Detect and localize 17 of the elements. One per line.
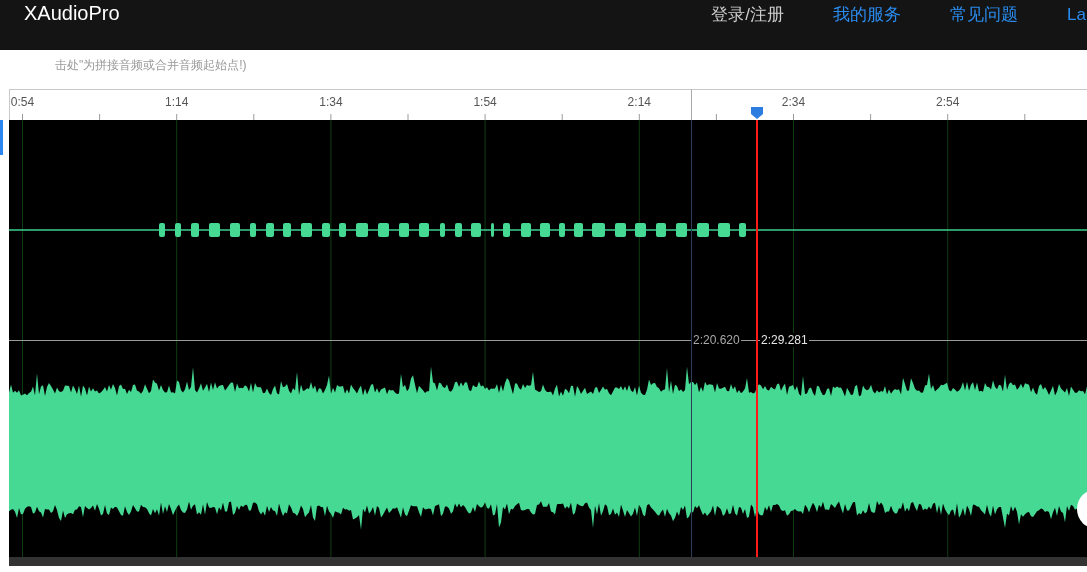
time-marker-label: 2:29.281 [760, 333, 809, 347]
hint-text: 击处"为拼接音频或合并音频起始点!) [55, 58, 247, 72]
time-label: 1:34 [319, 95, 343, 109]
horizontal-scrollbar[interactable] [9, 557, 1087, 566]
nav-link[interactable]: La [1067, 5, 1086, 25]
time-label: 0:54 [10, 95, 35, 109]
time-label: 2:54 [936, 95, 960, 109]
logo-text[interactable]: XAudioPro [24, 2, 120, 24]
time-marker-label: 2:20.620 [692, 333, 741, 347]
time-label: 1:14 [165, 95, 189, 109]
time-label: 2:34 [781, 95, 806, 109]
nav-link[interactable]: 登录/注册 [711, 5, 785, 25]
time-label: 1:54 [473, 95, 497, 109]
time-label: 2:14 [627, 95, 651, 109]
floating-button[interactable] [1077, 489, 1087, 529]
nav-link[interactable]: 我的服务 [833, 5, 902, 25]
nav-link[interactable]: 常见问题 [950, 5, 1019, 25]
